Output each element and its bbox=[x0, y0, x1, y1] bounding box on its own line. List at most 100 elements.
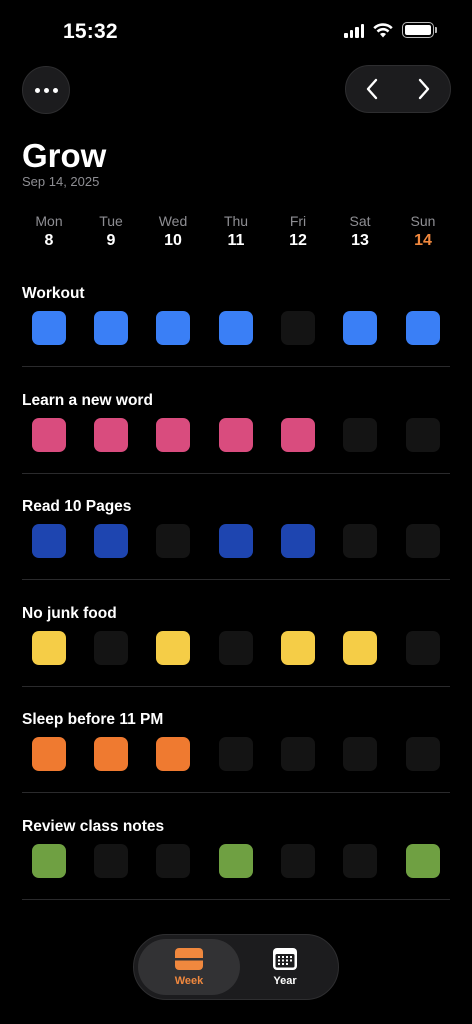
habit-day-completed[interactable] bbox=[32, 524, 66, 558]
habit-day-completed[interactable] bbox=[156, 737, 190, 771]
day-column-mon: Mon 8 bbox=[19, 213, 79, 250]
habit-day-completed[interactable] bbox=[406, 311, 440, 345]
habit-day-completed[interactable] bbox=[32, 630, 66, 665]
habit-row: Sleep before 11 PM bbox=[0, 710, 472, 816]
habit-day-empty[interactable] bbox=[219, 737, 253, 771]
year-calendar-icon bbox=[273, 948, 297, 970]
habit-day-completed[interactable] bbox=[156, 417, 190, 452]
more-options-button[interactable] bbox=[22, 66, 70, 114]
habit-day-completed[interactable] bbox=[94, 311, 128, 345]
day-name: Wed bbox=[158, 213, 188, 229]
habit-day-completed[interactable] bbox=[32, 311, 66, 345]
habit-day-empty[interactable] bbox=[406, 417, 440, 452]
page-date: Sep 14, 2025 bbox=[22, 174, 100, 189]
habit-day-completed[interactable] bbox=[281, 417, 315, 452]
habit-day-completed[interactable] bbox=[94, 737, 128, 771]
habit-name: Workout bbox=[22, 285, 85, 302]
habit-day-completed[interactable] bbox=[94, 524, 128, 558]
divider bbox=[22, 685, 450, 687]
day-number: 11 bbox=[227, 232, 245, 249]
chevron-left-icon bbox=[366, 78, 378, 100]
day-name: Tue bbox=[99, 213, 123, 229]
habit-day-completed[interactable] bbox=[32, 417, 66, 452]
day-name: Thu bbox=[223, 213, 249, 229]
day-number-today: 14 bbox=[414, 232, 432, 249]
habit-day-empty[interactable] bbox=[406, 737, 440, 771]
habit-day-empty[interactable] bbox=[219, 630, 253, 665]
habit-row: Workout bbox=[0, 284, 472, 390]
habit-name: Read 10 Pages bbox=[22, 498, 132, 515]
habit-name: Learn a new word bbox=[22, 391, 153, 409]
habit-day-completed[interactable] bbox=[343, 311, 377, 345]
tab-year-label: Year bbox=[273, 975, 297, 987]
habit-day-empty[interactable] bbox=[94, 630, 128, 665]
habit-row: Read 10 Pages bbox=[0, 497, 472, 603]
habit-day-empty[interactable] bbox=[406, 630, 440, 665]
day-number: 8 bbox=[44, 232, 54, 249]
habit-row: Review class notes bbox=[0, 817, 472, 923]
chevron-right-icon bbox=[418, 78, 430, 100]
battery-icon bbox=[402, 22, 437, 38]
habit-day-completed[interactable] bbox=[94, 417, 128, 452]
habit-day-empty[interactable] bbox=[343, 843, 377, 878]
divider bbox=[22, 792, 450, 793]
status-bar: 15:32 bbox=[0, 0, 472, 60]
tab-week[interactable]: Week bbox=[138, 939, 240, 995]
week-view-icon bbox=[175, 948, 203, 970]
habit-day-completed[interactable] bbox=[219, 843, 253, 878]
habit-day-empty[interactable] bbox=[406, 524, 440, 558]
habit-name: Review class notes bbox=[22, 817, 165, 835]
wifi-icon bbox=[373, 22, 393, 37]
next-week-button[interactable] bbox=[412, 77, 436, 101]
divider bbox=[22, 472, 450, 474]
habit-name: No junk food bbox=[22, 604, 117, 622]
day-column-wed: Wed 10 bbox=[143, 213, 203, 250]
day-name: Sun bbox=[410, 213, 436, 229]
habit-day-completed[interactable] bbox=[32, 737, 66, 771]
habit-day-empty[interactable] bbox=[343, 524, 377, 558]
day-name: Mon bbox=[35, 213, 63, 229]
day-column-sun: Sun 14 bbox=[393, 213, 453, 250]
habit-day-empty[interactable] bbox=[281, 737, 315, 771]
habit-day-completed[interactable] bbox=[156, 311, 190, 345]
status-time: 15:32 bbox=[63, 20, 118, 43]
habit-name: Sleep before 11 PM bbox=[22, 711, 164, 728]
habit-day-completed[interactable] bbox=[281, 524, 315, 558]
habit-day-completed[interactable] bbox=[281, 630, 315, 665]
status-icons bbox=[344, 22, 437, 38]
page-title: Grow bbox=[22, 137, 107, 174]
habit-day-completed[interactable] bbox=[406, 843, 440, 878]
divider bbox=[22, 579, 450, 580]
habit-day-empty[interactable] bbox=[281, 843, 315, 878]
day-number: 9 bbox=[106, 232, 116, 249]
tab-year[interactable]: Year bbox=[234, 939, 336, 995]
day-column-fri: Fri 12 bbox=[268, 213, 328, 250]
week-navigation bbox=[345, 65, 451, 113]
day-number: 10 bbox=[164, 232, 182, 249]
cellular-signal-icon bbox=[344, 23, 364, 38]
habit-day-empty[interactable] bbox=[343, 737, 377, 771]
previous-week-button[interactable] bbox=[360, 77, 384, 101]
habit-day-empty[interactable] bbox=[156, 524, 190, 558]
habit-row: No junk food bbox=[0, 604, 472, 710]
habit-day-empty[interactable] bbox=[343, 417, 377, 452]
ellipsis-icon bbox=[34, 87, 40, 93]
habit-day-completed[interactable] bbox=[343, 630, 377, 665]
habit-day-completed[interactable] bbox=[32, 843, 66, 878]
habit-day-completed[interactable] bbox=[219, 417, 253, 452]
habit-day-completed[interactable] bbox=[219, 524, 253, 558]
day-column-thu: Thu 11 bbox=[206, 213, 266, 250]
habit-day-completed[interactable] bbox=[156, 630, 190, 665]
day-column-sat: Sat 13 bbox=[330, 213, 390, 250]
habit-day-empty[interactable] bbox=[281, 311, 315, 345]
habit-day-empty[interactable] bbox=[94, 843, 128, 878]
habit-day-completed[interactable] bbox=[219, 311, 253, 345]
day-column-tue: Tue 9 bbox=[81, 213, 141, 250]
day-name: Sat bbox=[349, 213, 371, 229]
divider bbox=[22, 366, 450, 367]
day-number: 12 bbox=[289, 232, 307, 249]
day-name: Fri bbox=[289, 213, 307, 229]
day-number: 13 bbox=[351, 232, 369, 249]
tab-week-label: Week bbox=[174, 975, 204, 987]
habit-day-empty[interactable] bbox=[156, 843, 190, 878]
